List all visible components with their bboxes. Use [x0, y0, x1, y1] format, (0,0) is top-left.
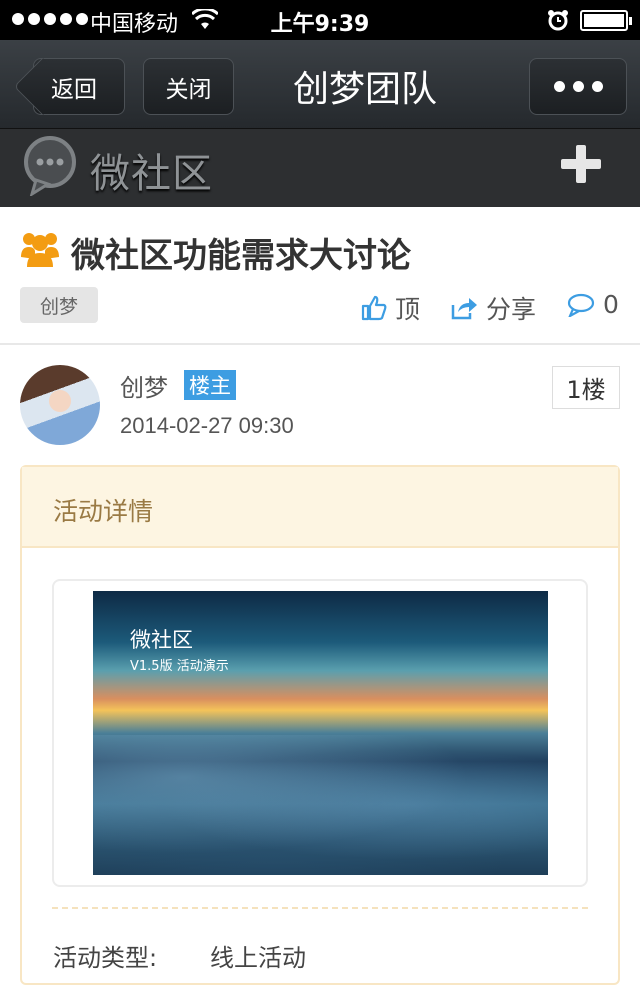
activity-type-label: 活动类型: [53, 944, 158, 972]
upvote-button[interactable]: 顶 [361, 290, 420, 326]
comment-button[interactable]: 0 [567, 290, 619, 319]
activity-image-subtitle: V1.5版 活动演示 [130, 659, 229, 674]
comment-count: 0 [603, 290, 619, 319]
chat-bubble-icon [24, 136, 76, 196]
back-button-label: 返回 [51, 76, 97, 103]
status-bar: 中国移动 上午9:39 [0, 0, 640, 40]
thumbs-up-icon [361, 295, 387, 321]
topic-title: 微社区功能需求大讨论 [71, 236, 411, 276]
community-logo-text: 微社区 [90, 151, 213, 197]
share-icon [451, 298, 477, 320]
avatar[interactable] [20, 365, 100, 445]
activity-image-clouds [93, 735, 548, 875]
group-icon [21, 233, 59, 267]
owner-badge: 楼主 [184, 370, 236, 400]
more-dots-icon [553, 81, 565, 92]
upvote-label: 顶 [395, 295, 421, 324]
comment-icon [567, 293, 595, 317]
activity-image-title: 微社区 [130, 628, 193, 652]
alarm-icon [548, 10, 568, 31]
topic-tag[interactable]: 创梦 [20, 287, 98, 323]
nav-bar: 返回 关闭 创梦团队 [0, 40, 640, 129]
add-post-icon[interactable] [561, 145, 601, 185]
floor-badge: 1楼 [552, 366, 620, 409]
divider [0, 343, 640, 345]
activity-type-value: 线上活动 [210, 944, 306, 972]
share-label: 分享 [486, 295, 537, 324]
more-menu-button[interactable] [529, 58, 627, 115]
share-button[interactable]: 分享 [450, 290, 536, 326]
battery-icon [580, 10, 632, 31]
author-name[interactable]: 创梦 [120, 368, 168, 403]
clock: 上午9:39 [270, 12, 370, 37]
dashed-divider [52, 907, 588, 909]
post-date: 2014-02-27 09:30 [120, 413, 294, 438]
activity-card-title: 活动详情 [53, 497, 154, 526]
